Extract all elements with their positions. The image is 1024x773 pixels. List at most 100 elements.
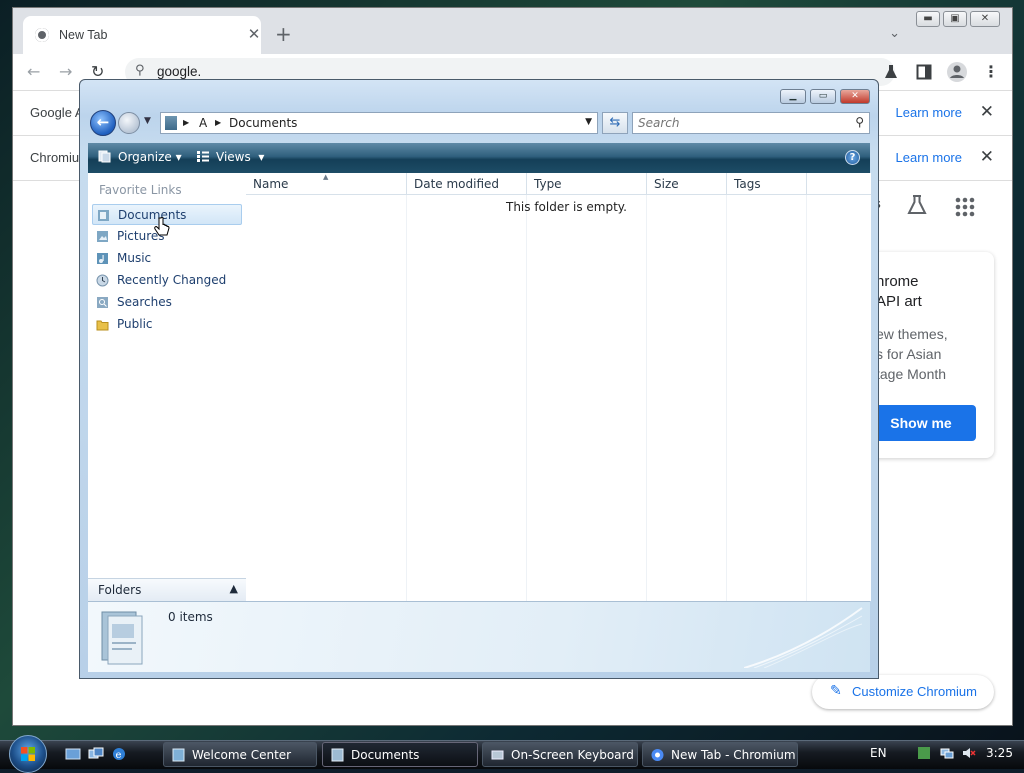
labs-flask-icon[interactable] bbox=[883, 64, 899, 80]
column-label: Size bbox=[654, 177, 679, 191]
switch-windows-icon[interactable] bbox=[88, 747, 104, 761]
close-icon[interactable]: ✕ bbox=[980, 102, 994, 122]
taskbar-item-welcome-center[interactable]: Welcome Center bbox=[163, 742, 317, 767]
favorite-link-public[interactable]: Public bbox=[92, 314, 242, 335]
welcome-center-icon bbox=[172, 748, 185, 762]
sort-ascending-icon: ▲ bbox=[323, 173, 329, 181]
show-desktop-icon[interactable] bbox=[65, 747, 81, 761]
customize-chromium-button[interactable]: ✎ Customize Chromium bbox=[812, 675, 994, 709]
language-indicator[interactable]: EN bbox=[870, 746, 887, 760]
network-icon[interactable] bbox=[940, 746, 954, 760]
taskbar-item-label: New Tab - Chromium bbox=[671, 748, 796, 762]
labs-flask-icon[interactable] bbox=[905, 193, 929, 217]
column-divider bbox=[806, 195, 807, 601]
favorite-link-label: Public bbox=[117, 317, 153, 331]
taskbar-item-documents[interactable]: Documents bbox=[322, 742, 478, 767]
taskbar-item-label: On-Screen Keyboard bbox=[511, 748, 634, 762]
forward-arrow-icon[interactable]: → bbox=[59, 62, 72, 81]
address-bar[interactable]: ▶ A ▶ Documents ▼ bbox=[160, 112, 598, 134]
folders-toggle[interactable]: Folders ▲ bbox=[88, 578, 246, 602]
search-input[interactable] bbox=[636, 115, 840, 131]
show-me-button[interactable]: Show me bbox=[866, 405, 976, 441]
tab-strip: New Tab ✕ + ⌄ ▬ ▣ ✕ bbox=[13, 8, 1012, 54]
favorite-link-recently-changed[interactable]: Recently Changed bbox=[92, 270, 242, 291]
search-icon: ⚲ bbox=[135, 63, 145, 78]
hand-cursor-icon bbox=[154, 217, 170, 236]
chrome-favicon-icon bbox=[35, 28, 49, 42]
forward-button[interactable] bbox=[118, 112, 140, 134]
chevron-up-icon: ▲ bbox=[229, 582, 238, 595]
column-header-type[interactable]: Type bbox=[527, 173, 647, 195]
column-header-size[interactable]: Size bbox=[647, 173, 727, 195]
taskbar-item-chromium[interactable]: New Tab - Chromium bbox=[642, 742, 798, 767]
taskbar-item-label: Documents bbox=[351, 748, 420, 762]
close-button[interactable]: ✕ bbox=[840, 89, 870, 104]
promo-body-line: tage Month bbox=[876, 366, 947, 382]
minimize-button[interactable]: ▁ bbox=[780, 89, 806, 104]
volume-muted-icon[interactable] bbox=[962, 746, 976, 760]
learn-more-link[interactable]: Learn more bbox=[896, 150, 962, 165]
promo-title-line: API art bbox=[876, 293, 922, 310]
apps-grid-icon[interactable] bbox=[955, 197, 975, 217]
column-header-tags[interactable]: Tags bbox=[727, 173, 807, 195]
explorer-window: ▁ ▭ ✕ ← ▼ ▶ A ▶ Documents ▼ ⇆ ⚲ Organize… bbox=[79, 79, 879, 679]
side-panel-icon[interactable] bbox=[916, 64, 932, 80]
favorite-links-header: Favorite Links bbox=[99, 183, 182, 197]
minimize-button[interactable]: ▬ bbox=[916, 11, 940, 27]
omnibox-text[interactable]: google. bbox=[157, 64, 201, 79]
column-header-filler bbox=[807, 173, 871, 195]
file-list[interactable]: Name ▲ Date modified Type Size Tags This… bbox=[246, 173, 871, 601]
favorite-link-searches[interactable]: Searches bbox=[92, 292, 242, 313]
clock[interactable]: 3:25 bbox=[986, 746, 1013, 760]
organize-icon bbox=[98, 150, 111, 163]
keyboard-icon bbox=[491, 750, 504, 760]
learn-more-link[interactable]: Learn more bbox=[896, 105, 962, 120]
views-button[interactable]: Views ▾ bbox=[196, 150, 264, 164]
internet-explorer-icon[interactable]: e bbox=[111, 747, 127, 761]
favorite-link-music[interactable]: Music bbox=[92, 248, 242, 269]
breadcrumb-arrow-icon[interactable]: ▶ bbox=[183, 118, 189, 127]
column-label: Type bbox=[534, 177, 562, 191]
views-label: Views bbox=[216, 150, 251, 164]
tab-close-icon[interactable]: ✕ bbox=[245, 25, 263, 43]
taskbar-item-on-screen-keyboard[interactable]: On-Screen Keyboard bbox=[482, 742, 638, 767]
breadcrumb-user[interactable]: A bbox=[199, 116, 207, 130]
maximize-button[interactable]: ▣ bbox=[943, 11, 967, 27]
tab-new-tab[interactable]: New Tab ✕ bbox=[23, 16, 261, 54]
taskbar: e Welcome Center Documents On-Screen Key… bbox=[0, 735, 1024, 773]
breadcrumb-arrow-icon[interactable]: ▶ bbox=[215, 118, 221, 127]
recent-pages-dropdown-icon[interactable]: ▼ bbox=[144, 116, 151, 126]
help-icon[interactable]: ? bbox=[845, 150, 860, 165]
breadcrumb-documents[interactable]: Documents bbox=[229, 116, 297, 130]
new-tab-icon[interactable]: + bbox=[275, 24, 292, 44]
tab-search-chevron-icon[interactable]: ⌄ bbox=[889, 26, 900, 41]
navigation-bar: ← ▼ ▶ A ▶ Documents ▼ ⇆ ⚲ bbox=[88, 110, 870, 138]
back-button[interactable]: ← bbox=[90, 110, 116, 136]
item-count: 0 items bbox=[168, 610, 213, 624]
maximize-button[interactable]: ▭ bbox=[810, 89, 836, 104]
column-header-date-modified[interactable]: Date modified bbox=[407, 173, 527, 195]
organize-label: Organize bbox=[118, 150, 172, 164]
close-icon[interactable]: ✕ bbox=[980, 147, 994, 167]
search-icon[interactable]: ⚲ bbox=[855, 115, 864, 129]
searches-icon bbox=[97, 297, 108, 308]
refresh-button[interactable]: ⇆ bbox=[602, 112, 628, 134]
infobar-label: Google A bbox=[30, 105, 84, 120]
column-header-name[interactable]: Name ▲ bbox=[246, 173, 407, 195]
profile-avatar-icon[interactable] bbox=[946, 61, 968, 83]
start-button[interactable] bbox=[9, 735, 47, 773]
search-box[interactable]: ⚲ bbox=[632, 112, 870, 134]
more-menu-icon[interactable]: ⋮ bbox=[983, 62, 999, 81]
close-button[interactable]: ✕ bbox=[970, 11, 1000, 27]
svg-text:e: e bbox=[116, 750, 122, 761]
promo-card: hrome API art ew themes, s for Asian tag… bbox=[866, 252, 994, 458]
pencil-icon: ✎ bbox=[830, 683, 842, 699]
windows-defender-icon[interactable] bbox=[917, 746, 931, 760]
column-divider bbox=[646, 195, 647, 601]
promo-title-line: hrome bbox=[876, 273, 919, 290]
organize-button[interactable]: Organize ▾ bbox=[98, 150, 182, 164]
tab-title: New Tab bbox=[59, 28, 108, 42]
back-arrow-icon[interactable]: ← bbox=[27, 62, 40, 81]
favorite-link-label: Searches bbox=[117, 295, 172, 309]
address-dropdown-icon[interactable]: ▼ bbox=[585, 117, 592, 127]
